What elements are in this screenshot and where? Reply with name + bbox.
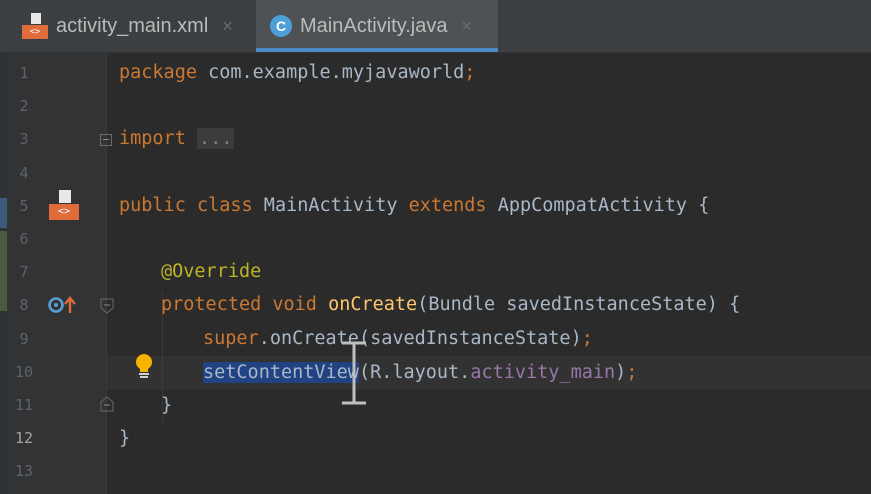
code-line-3[interactable]: import ...: [119, 122, 235, 155]
keyword: extends: [408, 195, 487, 216]
close-paren: ): [615, 362, 627, 383]
related-layout-icon[interactable]: <>: [49, 190, 79, 222]
close-icon[interactable]: ×: [222, 16, 233, 37]
call-args: (R.layout.: [358, 362, 471, 383]
closing-brace: }: [119, 428, 131, 449]
line-number: 3: [19, 130, 29, 148]
close-icon[interactable]: ×: [461, 16, 472, 37]
keyword: super: [203, 328, 259, 349]
closing-brace: }: [161, 395, 173, 416]
line-number: 1: [19, 64, 29, 82]
tab-main-activity-java[interactable]: C MainActivity.java ×: [256, 0, 498, 52]
package-name: com.example.myjavaworld: [196, 62, 465, 83]
keyword: public: [119, 195, 186, 216]
line-number: 6: [19, 230, 29, 248]
code-line-10[interactable]: protected void onCreate(Bundle savedInst…: [161, 288, 740, 321]
method-name: onCreate: [328, 294, 418, 315]
line-number: 13: [14, 462, 34, 480]
semicolon: ;: [464, 62, 476, 83]
xml-layout-icon: <>: [22, 13, 48, 39]
superclass: AppCompatActivity {: [486, 195, 710, 216]
code-line-1[interactable]: package com.example.myjavaworld;: [119, 56, 475, 89]
collapse-fold-icon[interactable]: [100, 298, 114, 314]
layout-field: activity_main: [470, 362, 616, 383]
change-marker: [0, 198, 7, 228]
override-method-icon[interactable]: [48, 295, 76, 315]
expand-fold-icon[interactable]: [100, 134, 112, 146]
code-line-7[interactable]: public class MainActivity extends AppCom…: [119, 189, 709, 222]
line-number: 5: [19, 197, 29, 215]
keyword: import: [119, 128, 186, 149]
line-number: 10: [14, 363, 34, 381]
line-number: 2: [19, 97, 29, 115]
tab-activity-main-xml[interactable]: <> activity_main.xml ×: [0, 0, 252, 52]
java-class-icon: C: [270, 15, 292, 37]
line-number: 4: [19, 164, 29, 182]
active-tab-indicator: [256, 48, 498, 52]
tab-label: activity_main.xml: [56, 14, 209, 37]
code-line-12[interactable]: setContentView(R.layout.activity_main);: [203, 356, 637, 389]
annotation: @Override: [161, 261, 262, 282]
tab-label: MainActivity.java: [300, 14, 448, 37]
gutter-divider: [106, 53, 107, 494]
class-name: MainActivity: [252, 195, 409, 216]
editor-tab-bar: <> activity_main.xml × C MainActivity.ja…: [0, 0, 871, 53]
code-line-14[interactable]: }: [119, 422, 130, 455]
line-number: 12: [14, 429, 34, 447]
parameters: (Bundle savedInstanceState) {: [417, 294, 741, 315]
change-marker: [0, 231, 7, 311]
code-line-11[interactable]: super.onCreate(savedInstanceState);: [203, 322, 593, 355]
folded-imports[interactable]: ...: [196, 128, 235, 149]
keyword: class: [196, 195, 253, 216]
line-number: 8: [19, 296, 29, 314]
line-number: 9: [19, 330, 29, 348]
line-number: 7: [19, 263, 29, 281]
code-line-9[interactable]: @Override: [161, 255, 261, 288]
lightbulb-icon[interactable]: [134, 353, 154, 379]
collapse-fold-end-icon[interactable]: [100, 396, 114, 412]
code-line-13[interactable]: }: [161, 389, 172, 422]
keyword: protected: [161, 294, 262, 315]
keyword: package: [119, 62, 197, 83]
semicolon: ;: [626, 362, 638, 383]
keyword: void: [272, 294, 317, 315]
vcs-change-strip: [0, 53, 7, 494]
text-cursor-icon: [342, 341, 366, 405]
call-expression: .onCreate(savedInstanceState): [258, 328, 582, 349]
semicolon: ;: [581, 328, 593, 349]
line-number: 11: [14, 396, 34, 414]
